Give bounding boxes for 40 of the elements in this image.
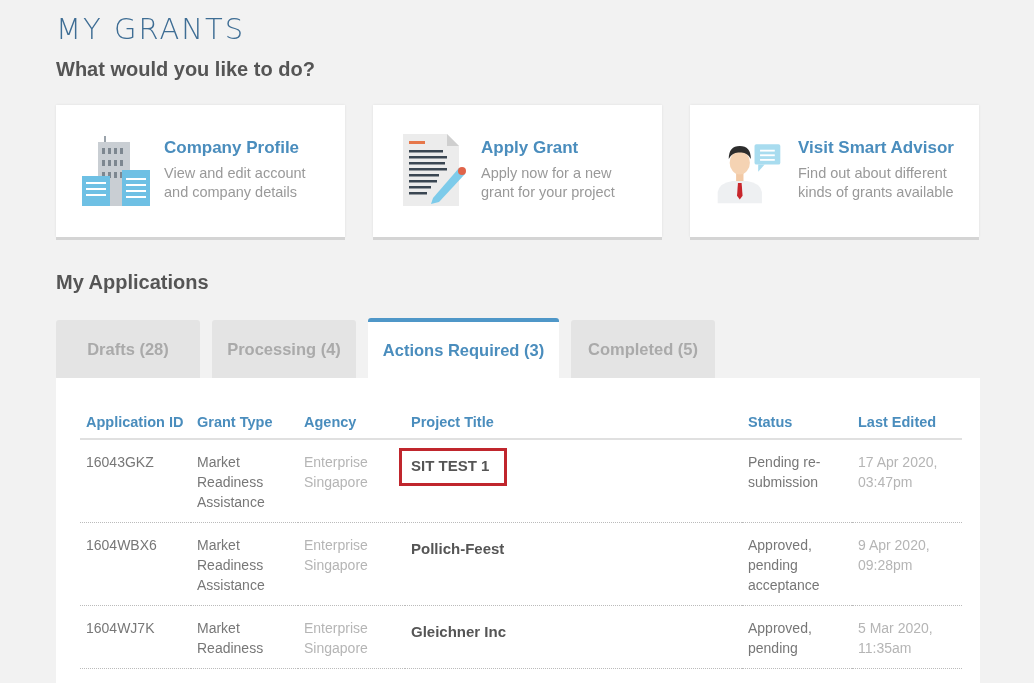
page-title: MY GRANTS — [56, 12, 247, 46]
action-card[interactable]: Company Profile View and edit account and company details — [56, 105, 345, 237]
grant-type-cell: Market Readiness Assistance — [197, 537, 265, 593]
card-description: Apply now for a new grant for your project — [481, 164, 616, 202]
tab[interactable]: Processing (4) — [212, 320, 356, 378]
card-description: View and edit account and company details — [164, 164, 307, 202]
column-header[interactable]: Grant Type — [191, 408, 298, 439]
last-edited-cell: 5 Mar 2020, 11:35am — [858, 620, 933, 656]
tab[interactable]: Actions Required (3) — [368, 318, 559, 378]
column-header[interactable]: Status — [742, 408, 852, 439]
agency-cell: Enterprise Singapore — [304, 537, 368, 573]
project-title-cell[interactable]: Gleichner Inc — [399, 614, 525, 652]
tab[interactable]: Drafts (28) — [56, 320, 200, 378]
project-title-cell[interactable]: Pollich-Feest — [399, 531, 523, 569]
project-title-cell[interactable]: SIT TEST 1 — [399, 448, 508, 486]
section-heading: What would you like to do? — [56, 58, 316, 81]
grant-type-cell: Market Readiness — [197, 620, 264, 656]
grant-type-cell: Market Readiness Assistance — [197, 454, 265, 510]
last-edited-cell: 9 Apr 2020, 09:28pm — [858, 537, 930, 573]
card-title: Company Profile — [164, 138, 301, 158]
application-id-cell: 16043GKZ — [86, 454, 154, 470]
application-id-cell: 1604WBX6 — [86, 537, 157, 553]
column-header[interactable]: Application ID — [80, 408, 191, 439]
column-header[interactable]: Last Edited — [852, 408, 962, 439]
card-title: Visit Smart Advisor — [798, 138, 955, 158]
tab[interactable]: Completed (5) — [571, 320, 715, 378]
last-edited-cell: 17 Apr 2020, 03:47pm — [858, 454, 938, 490]
column-header[interactable]: Project Title — [405, 408, 742, 439]
application-id-cell: 1604WJ7K — [86, 620, 155, 636]
status-cell: Pending re-submission — [748, 454, 821, 490]
status-cell: Approved, pending — [748, 620, 812, 656]
section-heading: My Applications — [56, 271, 210, 294]
action-card[interactable]: Apply Grant Apply now for a new grant for your project — [373, 105, 662, 237]
card-description: Find out about different kinds of grants available — [798, 164, 955, 202]
action-card[interactable]: Visit Smart Advisor Find out about different kinds of grants available — [690, 105, 979, 237]
column-header[interactable]: Agency — [298, 408, 405, 439]
agency-cell: Enterprise Singapore — [304, 620, 368, 656]
card-title: Apply Grant — [481, 138, 580, 158]
status-cell: Approved, pending acceptance — [748, 537, 820, 593]
agency-cell: Enterprise Singapore — [304, 454, 368, 490]
